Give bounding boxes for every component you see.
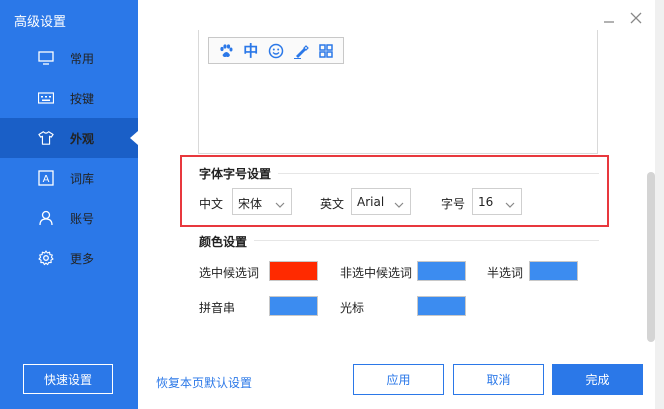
- sidebar-item-label: 按键: [70, 91, 95, 106]
- unselected-candidate-label: 非选中候选词: [340, 266, 413, 280]
- font-size-label: 字号: [441, 197, 466, 211]
- unselected-candidate-color-swatch[interactable]: [417, 261, 466, 281]
- chevron-down-icon: [394, 198, 404, 212]
- sidebar-item-common[interactable]: 常用: [0, 38, 138, 78]
- section-divider: [278, 173, 599, 174]
- color-section-title: 颜色设置: [199, 235, 248, 249]
- cursor-label: 光标: [340, 301, 365, 315]
- done-button[interactable]: 完成: [552, 364, 643, 395]
- gear-icon: [38, 250, 54, 266]
- cancel-button[interactable]: 取消: [453, 364, 544, 395]
- font-section-title: 字体字号设置: [199, 167, 272, 181]
- sidebar-item-label: 外观: [70, 131, 95, 146]
- restore-defaults-link[interactable]: 恢复本页默认设置: [156, 374, 252, 391]
- sidebar-item-appearance[interactable]: 外观: [0, 118, 138, 158]
- monitor-icon: [38, 50, 54, 66]
- chinese-font-label: 中文: [199, 197, 224, 211]
- dictionary-icon: A: [38, 170, 54, 186]
- minimize-icon[interactable]: [601, 10, 617, 26]
- window-title: 高级设置: [14, 15, 67, 30]
- cursor-color-swatch[interactable]: [417, 296, 466, 316]
- sidebar-item-label: 更多: [70, 251, 95, 266]
- close-icon[interactable]: [628, 10, 644, 26]
- emoji-icon: [266, 41, 286, 61]
- pinyin-string-color-swatch[interactable]: [269, 296, 318, 316]
- apply-button[interactable]: 应用: [353, 364, 444, 395]
- active-indicator: [130, 131, 138, 145]
- sidebar-item-more[interactable]: 更多: [0, 238, 138, 278]
- scrollbar-thumb[interactable]: [647, 172, 655, 342]
- sidebar-item-label: 账号: [70, 211, 95, 226]
- sidebar-item-keys[interactable]: 按键: [0, 78, 138, 118]
- chevron-down-icon: [275, 198, 285, 212]
- chinese-font-select[interactable]: 宋体: [232, 188, 292, 215]
- shirt-icon: [38, 130, 54, 146]
- sidebar-item-account[interactable]: 账号: [0, 198, 138, 238]
- half-selected-label: 半选词: [487, 266, 524, 280]
- font-size-select[interactable]: 16: [472, 188, 522, 215]
- keyboard-icon: [38, 90, 54, 106]
- pinyin-string-label: 拼音串: [199, 301, 236, 315]
- window-edge: [655, 0, 664, 409]
- sidebar-item-label: 常用: [70, 51, 95, 66]
- section-divider: [254, 240, 599, 241]
- sidebar-item-label: 词库: [70, 171, 95, 186]
- half-selected-color-swatch[interactable]: [529, 261, 578, 281]
- english-font-label: 英文: [320, 197, 345, 211]
- paw-icon: [216, 41, 236, 61]
- grid-icon: [316, 41, 336, 61]
- english-font-select[interactable]: Arial: [351, 188, 411, 215]
- selected-candidate-color-swatch[interactable]: [269, 261, 318, 281]
- chevron-down-icon: [505, 198, 515, 212]
- sidebar: 高级设置 常用 按键 外观 A 词库 账号 更多 快速设置: [0, 0, 138, 409]
- chinese-mode-icon: 中: [243, 42, 259, 60]
- user-icon: [38, 210, 54, 226]
- sidebar-item-dictionary[interactable]: A 词库: [0, 158, 138, 198]
- quick-settings-button[interactable]: 快速设置: [23, 364, 113, 394]
- brush-icon: [291, 41, 311, 61]
- svg-text:A: A: [43, 174, 50, 185]
- ime-toolbar-preview: 中: [208, 37, 344, 64]
- selected-candidate-label: 选中候选词: [199, 266, 260, 280]
